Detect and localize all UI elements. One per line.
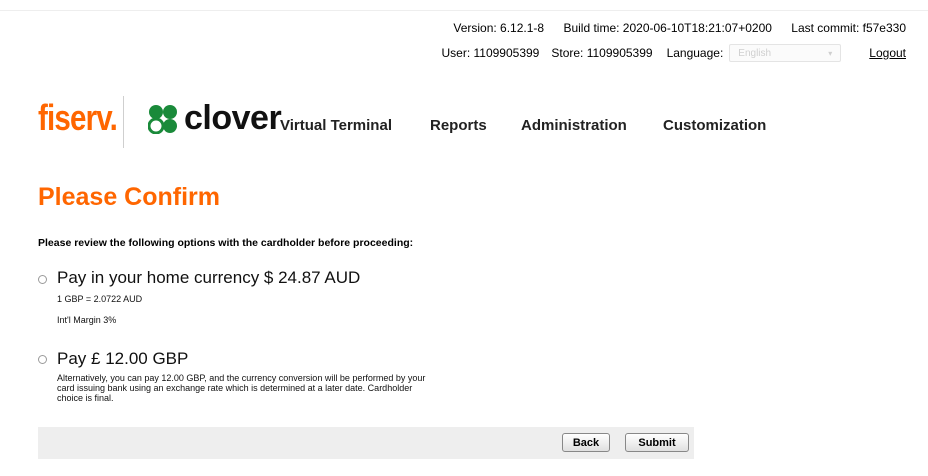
clover-logo-text: clover	[184, 99, 282, 137]
home-currency-radio[interactable]	[38, 275, 47, 284]
local-currency-label: Pay £ 12.00 GBP	[57, 349, 189, 368]
logout-link[interactable]: Logout	[869, 46, 906, 60]
submit-button[interactable]: Submit	[625, 433, 689, 452]
fiserv-logo: fiserv.	[38, 97, 118, 138]
home-currency-label: Pay in your home currency $ 24.87 AUD	[57, 268, 361, 287]
last-commit-text: Last commit: f57e330	[791, 21, 906, 35]
local-currency-radio[interactable]	[38, 355, 47, 364]
instructions-text: Please review the following options with…	[38, 237, 414, 249]
margin-text: Int'l Margin 3%	[57, 315, 117, 325]
top-divider	[0, 10, 928, 11]
nav-customization[interactable]: Customization	[663, 117, 766, 134]
clover-icon	[148, 105, 177, 134]
chevron-down-icon: ▾	[828, 48, 833, 58]
nav-virtual-terminal[interactable]: Virtual Terminal	[280, 117, 392, 134]
local-currency-description: Alternatively, you can pay 12.00 GBP, an…	[57, 373, 426, 403]
user-id-text: User: 1109905399	[441, 46, 540, 60]
version-text: Version: 6.12.1-8	[453, 21, 545, 35]
language-label: Language:	[666, 46, 724, 60]
language-selected-value: English	[738, 47, 772, 59]
exchange-rate-text: 1 GBP = 2.0722 AUD	[57, 294, 143, 304]
nav-reports[interactable]: Reports	[430, 117, 487, 134]
page-title: Please Confirm	[38, 183, 221, 211]
build-info: Version: 6.12.1-8 Build time: 2020-06-10…	[437, 21, 906, 35]
nav-administration[interactable]: Administration	[521, 117, 627, 134]
logo-divider	[123, 96, 124, 148]
language-select[interactable]: English ▾	[729, 44, 842, 62]
user-info-bar: User: 1109905399 Store: 1109905399 Langu…	[430, 44, 906, 62]
action-bar: Back Submit	[38, 427, 694, 459]
store-id-text: Store: 1109905399	[551, 46, 653, 60]
build-time-text: Build time: 2020-06-10T18:21:07+0200	[563, 21, 772, 35]
back-button[interactable]: Back	[562, 433, 610, 452]
